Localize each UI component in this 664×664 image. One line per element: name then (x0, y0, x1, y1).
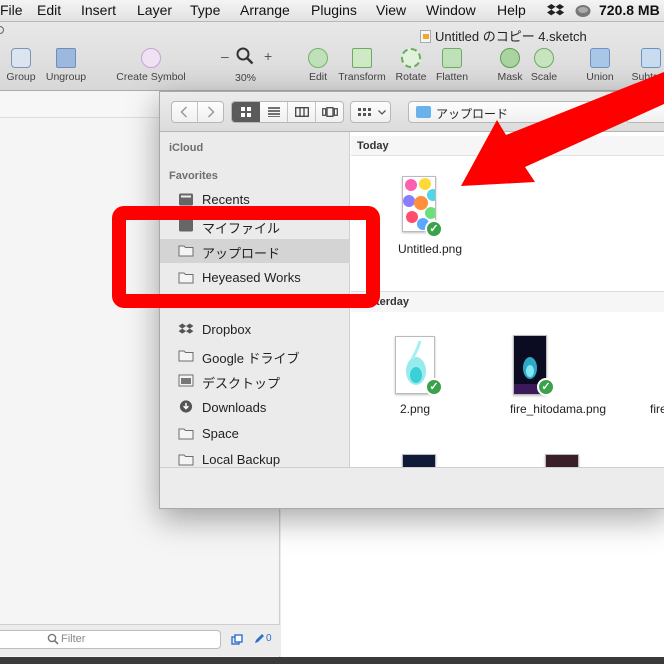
annotation-arrow-icon (461, 72, 664, 186)
